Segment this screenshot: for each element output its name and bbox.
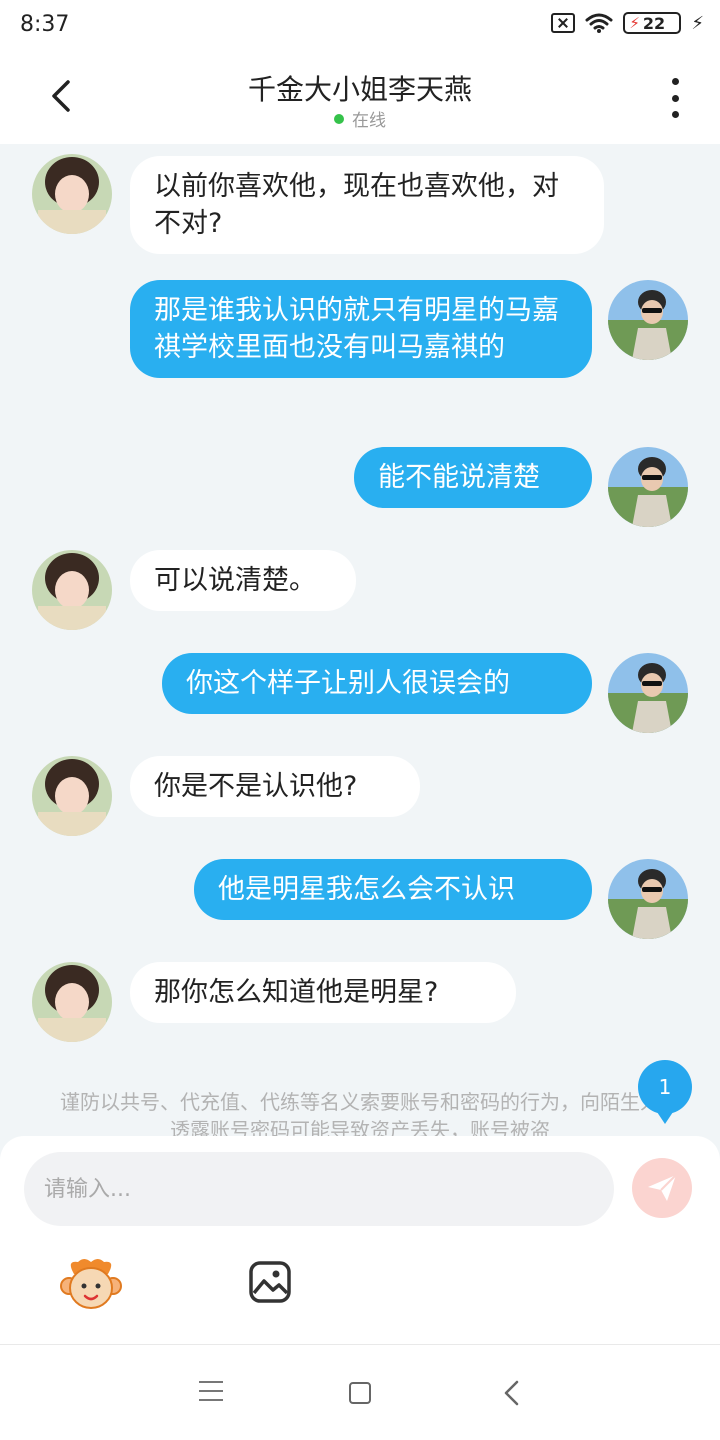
nav-menu-button[interactable] — [199, 1381, 223, 1401]
outgoing-message[interactable]: 他是明星我怎么会不认识 — [194, 859, 592, 920]
girl-avatar-icon — [32, 962, 112, 1042]
system-nav-bar — [0, 1344, 720, 1440]
incoming-message[interactable]: 你是不是认识他? — [130, 756, 420, 817]
nav-back-button[interactable] — [500, 1379, 524, 1407]
wifi-icon — [585, 13, 613, 33]
online-status: 在线 — [0, 106, 720, 131]
security-notice: 谨防以共号、代充值、代练等名义索要账号和密码的行为，向陌生人透露账号密码可能导致… — [60, 1090, 660, 1140]
charging-bolt-icon: ⚡ — [629, 14, 640, 32]
girl-avatar-icon — [32, 550, 112, 630]
user-avatar[interactable] — [608, 447, 688, 527]
battery-indicator: ⚡ 22 — [623, 12, 682, 34]
girl-avatar-icon — [32, 154, 112, 234]
status-bar: 8:37 ⚡ 22 ⚡ — [0, 0, 720, 52]
contact-avatar[interactable] — [32, 154, 112, 234]
menu-line-icon — [199, 1390, 223, 1392]
more-dot-icon — [671, 111, 679, 118]
message-input[interactable] — [24, 1152, 614, 1226]
chat-messages[interactable]: 以前你喜欢他，现在也喜欢他，对不对? 那是谁我认识的就只有明星的马嘉祺学校里面也… — [0, 144, 720, 1140]
boy-avatar-icon — [608, 447, 688, 527]
chat-header: 千金大小姐李天燕 在线 — [0, 52, 720, 144]
contact-name: 千金大小姐李天燕 — [247, 73, 472, 106]
send-button[interactable] — [632, 1158, 692, 1218]
charging-icon: ⚡ — [691, 12, 704, 34]
emoji-button[interactable] — [60, 1256, 122, 1312]
menu-line-icon — [199, 1381, 223, 1383]
contact-avatar[interactable] — [32, 756, 112, 836]
more-dot-icon — [671, 94, 679, 102]
status-icons: ⚡ 22 ⚡ — [551, 12, 704, 34]
outgoing-message[interactable]: 你这个样子让别人很误会的 — [162, 653, 592, 714]
monkey-emoji-icon — [60, 1259, 122, 1309]
online-status-label: 在线 — [352, 111, 386, 131]
paper-plane-icon — [648, 1174, 677, 1201]
image-button[interactable] — [248, 1260, 292, 1304]
incoming-message[interactable]: 以前你喜欢他，现在也喜欢他，对不对? — [130, 156, 604, 254]
input-panel — [0, 1136, 720, 1344]
boy-avatar-icon — [608, 280, 688, 360]
boy-avatar-icon — [608, 859, 688, 939]
outgoing-message[interactable]: 能不能说清楚 — [354, 447, 592, 508]
battery-level: 22 — [642, 13, 666, 33]
incoming-message[interactable]: 可以说清楚。 — [130, 550, 356, 611]
menu-line-icon — [199, 1399, 223, 1401]
boy-avatar-icon — [608, 653, 688, 733]
user-avatar[interactable] — [608, 653, 688, 733]
more-dot-icon — [671, 78, 679, 85]
contact-avatar[interactable] — [32, 962, 112, 1042]
user-avatar[interactable] — [608, 859, 688, 939]
unread-count-badge[interactable]: 1 — [638, 1060, 692, 1124]
status-time: 8:37 — [20, 12, 70, 37]
contact-avatar[interactable] — [32, 550, 112, 630]
outgoing-message[interactable]: 那是谁我认识的就只有明星的马嘉祺学校里面也没有叫马嘉祺的 — [130, 280, 592, 378]
incoming-message[interactable]: 那你怎么知道他是明星? — [130, 962, 516, 1023]
user-avatar[interactable] — [608, 280, 688, 360]
online-dot-icon — [334, 113, 344, 124]
image-icon — [249, 1261, 291, 1303]
nav-home-button[interactable] — [349, 1382, 371, 1404]
no-sim-icon — [551, 13, 576, 33]
chevron-left-icon — [504, 1380, 519, 1406]
more-options-button[interactable] — [660, 78, 690, 118]
girl-avatar-icon — [32, 756, 112, 836]
